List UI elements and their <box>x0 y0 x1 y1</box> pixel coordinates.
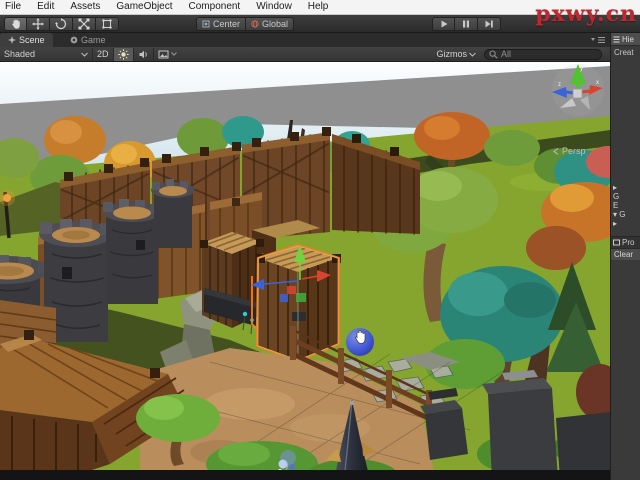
gizmos-dropdown[interactable]: Gizmos <box>432 48 480 61</box>
hand-icon <box>10 18 22 30</box>
hand-tool-button[interactable] <box>4 17 27 31</box>
2d-label: 2D <box>97 49 109 59</box>
step-button[interactable] <box>478 17 501 31</box>
hierarchy-item-list: ▸ G E ▾ G ▸ <box>611 183 640 228</box>
play-button[interactable] <box>432 17 455 31</box>
chevron-down-icon <box>81 52 88 57</box>
persp-mode-label[interactable]: Persp <box>553 146 586 156</box>
orientation-gizmo[interactable]: x z y <box>552 64 604 116</box>
game-tab-label: Game <box>81 35 106 45</box>
search-filter-value: All <box>501 49 511 59</box>
hover-sphere[interactable] <box>346 328 374 356</box>
speaker-icon <box>138 49 149 60</box>
play-controls <box>432 17 501 31</box>
sun-icon <box>118 49 129 60</box>
draw-mode-label: Shaded <box>4 49 35 59</box>
scene-view-panel: Scene Game Shaded 2D <box>0 33 610 480</box>
svg-text:y: y <box>580 66 583 72</box>
menu-window[interactable]: Window <box>248 0 300 14</box>
audio-toggle-button[interactable] <box>133 48 153 61</box>
tower <box>103 199 161 304</box>
scene-control-bar: Shaded 2D <box>0 47 610 62</box>
global-space-icon <box>251 20 259 28</box>
right-dock-panel: Hie Creat ▸ G E ▾ G ▸ Pro Clear <box>610 33 640 480</box>
scale-icon <box>78 18 90 30</box>
hierarchy-tab-label: Hie <box>622 35 634 44</box>
hierarchy-item[interactable]: E <box>611 201 640 210</box>
pivot-label: Center <box>213 19 240 29</box>
chevron-down-icon <box>469 52 476 57</box>
scene-viewport[interactable]: x z y <box>0 62 610 480</box>
hierarchy-item[interactable]: ▸ <box>611 183 640 192</box>
tab-game[interactable]: Game <box>62 33 114 47</box>
menu-component[interactable]: Component <box>181 0 249 14</box>
menu-assets[interactable]: Assets <box>62 0 108 14</box>
rotate-tool-button[interactable] <box>50 17 73 31</box>
lighting-toggle-button[interactable] <box>113 48 133 61</box>
pivot-toggle-button[interactable]: Center <box>196 17 246 31</box>
step-icon <box>484 19 494 29</box>
space-toggle-button[interactable]: Global <box>246 17 294 31</box>
hierarchy-item[interactable]: ▸ <box>611 219 640 228</box>
tab-project[interactable]: Pro <box>611 236 640 248</box>
chevron-down-icon <box>171 52 177 56</box>
rect-transform-icon <box>101 18 113 30</box>
draw-mode-dropdown[interactable]: Shaded <box>0 48 92 61</box>
search-icon <box>489 50 498 59</box>
rect-tool-button[interactable] <box>96 17 119 31</box>
pause-button[interactable] <box>455 17 478 31</box>
svg-text:x: x <box>596 80 599 86</box>
pause-icon <box>461 19 471 29</box>
scene-tab-icon <box>8 36 16 44</box>
transform-tools <box>4 17 119 31</box>
create-button-label: Creat <box>614 48 634 57</box>
project-tab-label: Pro <box>622 238 634 247</box>
play-icon <box>439 19 449 29</box>
move-icon <box>32 18 44 30</box>
watermark-text: pxwy.cn <box>535 1 637 27</box>
svg-text:z: z <box>558 82 561 88</box>
image-icon <box>158 49 169 60</box>
gizmos-label: Gizmos <box>436 49 467 59</box>
clear-button[interactable]: Clear <box>611 248 640 260</box>
menu-edit[interactable]: Edit <box>29 0 62 14</box>
project-tab-icon <box>613 239 620 246</box>
tower <box>151 179 195 248</box>
bottom-strip <box>0 470 610 480</box>
menu-file[interactable]: File <box>0 0 29 14</box>
rotate-icon <box>55 18 67 30</box>
persp-chevron-icon <box>553 148 559 155</box>
game-tab-icon <box>70 36 78 44</box>
tab-scene[interactable]: Scene <box>0 33 53 47</box>
move-tool-button[interactable] <box>27 17 50 31</box>
create-button[interactable]: Creat <box>611 46 640 58</box>
tab-hierarchy[interactable]: Hie <box>611 33 640 46</box>
menu-help[interactable]: Help <box>300 0 337 14</box>
persp-text: Persp <box>562 146 586 156</box>
tab-options-icon[interactable] <box>590 36 606 44</box>
scale-tool-button[interactable] <box>73 17 96 31</box>
effects-dropdown-button[interactable] <box>153 48 181 61</box>
hierarchy-item[interactable]: ▾ G <box>611 210 640 219</box>
toggle-2d-button[interactable]: 2D <box>92 48 113 61</box>
view-tab-bar: Scene Game <box>0 33 610 47</box>
hierarchy-item[interactable]: G <box>611 192 640 201</box>
center-pivot-icon <box>202 20 210 28</box>
space-label: Global <box>262 19 288 29</box>
hierarchy-tab-icon <box>613 36 620 43</box>
menu-gameobject[interactable]: GameObject <box>108 0 180 14</box>
clear-button-label: Clear <box>614 250 633 259</box>
pivot-space-toggles: Center Global <box>196 17 294 31</box>
scene-tab-label: Scene <box>19 35 45 45</box>
unity-editor-window: File Edit Assets GameObject Component Wi… <box>0 0 640 480</box>
scene-search-input[interactable]: All <box>484 49 602 60</box>
